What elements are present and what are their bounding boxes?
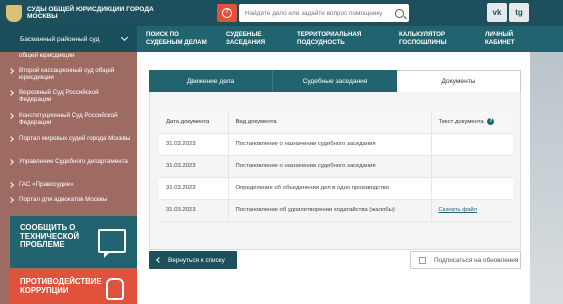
document-text: [431, 155, 513, 178]
search-input[interactable]: [245, 9, 390, 17]
background-image: [530, 52, 563, 304]
document-text: [431, 177, 513, 200]
checkbox-icon[interactable]: [419, 256, 426, 264]
chevron-left-icon: [156, 257, 162, 263]
search-bar[interactable]: [239, 4, 409, 22]
document-type: Постановление о назначении судебного зас…: [228, 133, 432, 156]
hand-icon: [106, 278, 124, 300]
sidebar-item-constitutional-court[interactable]: Конституционный Суд Российской Федерации: [19, 112, 131, 127]
sidebar-item-cassation-1[interactable]: общей юрисдикции: [19, 52, 131, 59]
nav-item-jurisdiction[interactable]: Территориальная подсудность: [297, 31, 377, 46]
tab-documents[interactable]: Документы: [397, 70, 521, 92]
sidebar-item-judicial-department[interactable]: Управление Судебного департамента: [19, 158, 131, 165]
document-date: 31.03.2023: [159, 133, 229, 156]
download-file-link[interactable]: Скачать файл: [439, 207, 478, 213]
anticorruption-label: Противодействие коррупции: [20, 277, 102, 295]
chevron-down-icon: [120, 33, 129, 42]
subscribe-label: Подписаться на обновления: [434, 256, 519, 264]
table-row: 31.03.2023 Постановление об удовлетворен…: [159, 199, 513, 222]
site-logo[interactable]: Суды общей юрисдикции города Москвы: [6, 4, 186, 22]
column-header-text: Текст документа ?: [431, 111, 513, 134]
emblem-icon: [6, 4, 22, 22]
tab-hearings[interactable]: Судебные заседания: [273, 70, 397, 92]
subscribe-updates-button[interactable]: Подписаться на обновления: [410, 251, 521, 269]
search-icon[interactable]: [395, 8, 404, 18]
back-to-list-button[interactable]: Вернуться к списку: [149, 251, 237, 269]
chat-bubble-icon: [98, 229, 126, 258]
column-header-type: Вид документа: [228, 111, 432, 134]
case-tabs: Движение дела Судебные заседания Докумен…: [149, 70, 521, 92]
nav-item-fee-calculator[interactable]: Калькулятор госпошлины: [399, 31, 459, 46]
nav-item-case-search[interactable]: Поиск по судебным делам: [146, 31, 216, 46]
sidebar-item-supreme-court[interactable]: Верховный Суд Российской Федерации: [19, 89, 131, 104]
documents-table: Дата документа Вид документа Текст докум…: [159, 111, 513, 222]
document-date: 31.03.2023: [159, 177, 229, 200]
sidebar-item-gas-pravosudie[interactable]: ГАС «Правосудие»: [19, 181, 131, 188]
column-header-text-label: Текст документа: [438, 119, 484, 126]
document-text: [431, 133, 513, 156]
documents-panel: Дата документа Вид документа Текст докум…: [149, 92, 521, 250]
table-header-row: Дата документа Вид документа Текст докум…: [159, 111, 513, 134]
nav-item-hearings[interactable]: Судебные заседания: [226, 31, 276, 46]
vk-icon[interactable]: vk: [487, 3, 507, 22]
sidebar-item-magistrates-portal[interactable]: Портал мировых судей города Москвы: [19, 135, 131, 142]
court-select-label: Басманный районный суд: [20, 35, 100, 43]
table-row: 31.03.2023 Определение об объединении де…: [159, 177, 513, 200]
main-content: Движение дела Судебные заседания Докумен…: [137, 52, 530, 304]
question-icon: ?: [222, 8, 232, 18]
sidebar-item-cassation-2[interactable]: Второй кассационный суд общей юрисдикции: [19, 67, 131, 82]
document-text: Скачать файл: [431, 199, 513, 222]
report-problem-label: Сообщить о технической проблеме: [20, 223, 80, 249]
back-to-list-label: Вернуться к списку: [168, 256, 225, 264]
court-select[interactable]: Басманный районный суд: [0, 26, 137, 52]
document-date: 31.03.2023: [159, 199, 229, 222]
table-row: 31.03.2023 Постановление о назначении су…: [159, 155, 513, 178]
table-row: 31.03.2023 Постановление о назначении су…: [159, 133, 513, 156]
telegram-icon[interactable]: tg: [509, 3, 529, 22]
help-button[interactable]: ?: [217, 4, 237, 22]
document-date: 31.03.2023: [159, 155, 229, 178]
document-type: Определение об объединении дел в одно пр…: [228, 177, 432, 200]
tab-case-movement[interactable]: Движение дела: [149, 70, 273, 92]
sidebar-item-lawyers-portal[interactable]: Портал для адвокатов Москвы: [19, 196, 131, 203]
help-icon[interactable]: ?: [487, 118, 495, 126]
column-header-date: Дата документа: [159, 111, 229, 134]
document-type: Постановление об удовлетворении ходатайс…: [228, 199, 432, 222]
nav-item-account[interactable]: Личный кабинет: [485, 31, 525, 46]
document-type: Постановление о назначении судебного зас…: [228, 155, 432, 178]
main-nav: Басманный районный суд Поиск по судебным…: [0, 26, 563, 52]
logo-text: Суды общей юрисдикции города Москвы: [27, 5, 154, 21]
